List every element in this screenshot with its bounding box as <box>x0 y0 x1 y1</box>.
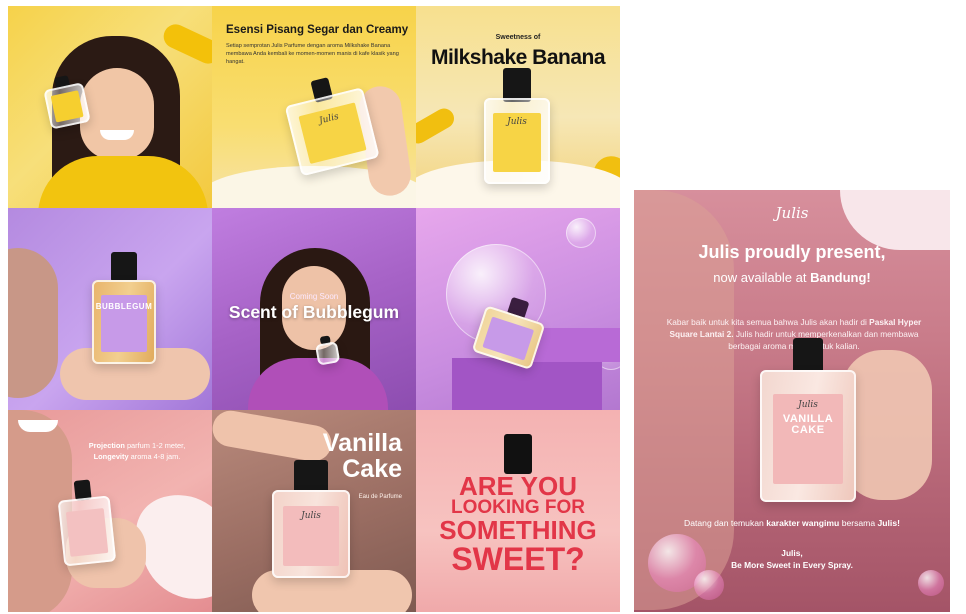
model-smile <box>18 420 58 432</box>
bottle-cap <box>111 252 137 282</box>
tile-title: Esensi Pisang Segar dan Creamy <box>226 24 409 36</box>
tile-subtitle: Eau de Parfume <box>358 494 402 500</box>
brand-logo: Julis <box>775 204 809 222</box>
cta-bold-2: Julis! <box>877 518 900 528</box>
announcement-poster[interactable]: Julis Julis proudly present, now availab… <box>634 190 950 612</box>
tile-subtitle: Sweetness of <box>495 34 541 41</box>
bottle-label <box>66 507 109 557</box>
tile-woman-holding-banana-perfume[interactable] <box>8 6 212 208</box>
hand <box>212 410 335 465</box>
headline-text: ARE YOU LOOKING FOR SOMETHING SWEET? <box>416 471 620 577</box>
perfume-bottle: Julis <box>484 68 550 184</box>
tile-title: Scent of Bubblegum <box>228 302 400 322</box>
perfume-bottle: Julis <box>280 70 380 177</box>
projection-label: Projection <box>88 441 125 450</box>
bottle-cap <box>503 68 531 102</box>
poster-subheadline: now available at Bandung! <box>634 270 950 285</box>
projection-value: parfum 1-2 meter, <box>126 441 186 450</box>
bottle-label <box>481 316 535 361</box>
poster-cta: Datang dan temukan karakter wangimu bers… <box>634 518 950 528</box>
banana-shape <box>416 104 458 148</box>
perfume-bottle-small <box>314 334 341 366</box>
tile-are-you-looking-for-something-sweet[interactable]: ARE YOU LOOKING FOR SOMETHING SWEET? <box>416 410 620 612</box>
bottle-cap <box>294 460 328 494</box>
perfume-bottle: BUBBLEGUM <box>92 252 156 364</box>
bottle-brand: Julis <box>507 117 527 128</box>
bottle-label <box>50 90 85 123</box>
model-cheek <box>8 248 58 398</box>
bottle-glass <box>57 495 117 567</box>
bottle-glass: Julis <box>284 87 380 177</box>
perfume-bottle <box>56 478 117 567</box>
sub-prefix: now available at <box>713 270 807 285</box>
tile-banana-essence[interactable]: Esensi Pisang Segar dan Creamy Setiap se… <box>212 6 416 208</box>
bottle-label: Julis <box>282 505 340 566</box>
bottle-label: Julis <box>298 102 367 164</box>
bottle-brand: Julis <box>301 510 321 521</box>
coming-soon-text: Coming Soon <box>289 292 339 301</box>
tile-bubblegum-bottle-in-hand[interactable]: BUBBLEGUM <box>8 208 212 410</box>
bubble <box>566 218 596 248</box>
bottle-glass: Julis <box>272 490 350 578</box>
cta-bold-1: karakter wangimu <box>766 518 840 528</box>
cta-part-1: Datang dan temukan <box>684 518 764 528</box>
bottle-glass: BUBBLEGUM <box>92 280 156 364</box>
para-part-1: Kabar baik untuk kita semua bahwa Julis … <box>666 317 867 327</box>
headline-line-4: SWEET? <box>451 540 585 577</box>
tile-body-text: Setiap semprotan Julis Parfume dengan ar… <box>226 43 399 66</box>
perfume-bottle-vanilla-cake: Julis VANILLA CAKE <box>760 338 856 502</box>
tile-bubbles-podium[interactable] <box>416 208 620 410</box>
bottle-glass: Julis <box>484 98 550 184</box>
bubble <box>918 570 944 596</box>
instagram-grid: Esensi Pisang Segar dan Creamy Setiap se… <box>8 6 620 612</box>
bottle-glass <box>43 82 91 130</box>
bubble <box>694 570 724 600</box>
longevity-value: aroma 4-8 jam. <box>130 452 181 462</box>
bottle-glass: Julis VANILLA CAKE <box>760 370 856 502</box>
bottle-label: Julis <box>493 113 541 172</box>
tile-title: Milkshake Banana <box>430 46 606 69</box>
tile-scent-of-bubblegum[interactable]: Coming Soon Scent of Bubblegum <box>212 208 416 410</box>
poster-headline: Julis proudly present, <box>698 242 886 262</box>
model-smile <box>100 130 134 140</box>
headline-line-1: ARE YOU <box>459 471 577 501</box>
bottle-brand: Julis <box>318 111 340 127</box>
tile-projection-longevity[interactable]: Projection parfum 1-2 meter, Longevity a… <box>8 410 212 612</box>
bottle-brand: Julis <box>798 399 818 410</box>
spec-text: Projection parfum 1-2 meter, Longevity a… <box>70 440 204 462</box>
tile-vanilla-cake[interactable]: Vanilla Cake Eau de Parfume Julis <box>212 410 416 612</box>
model-face <box>80 68 154 160</box>
bottle-label: BUBBLEGUM <box>96 295 152 353</box>
bottle-label-text: BUBBLEGUM <box>95 301 153 311</box>
longevity-label: Longevity <box>93 452 129 462</box>
bottle-cap <box>504 434 532 474</box>
bottle-label-text: VANILLA CAKE <box>782 412 834 437</box>
cta-part-2: bersama <box>841 518 876 528</box>
bottle-cap <box>793 338 823 374</box>
bottle-glass <box>314 341 341 366</box>
tile-milkshake-banana[interactable]: Sweetness of Milkshake Banana Julis <box>416 6 620 208</box>
title-line-1: Vanilla <box>322 429 402 457</box>
perfume-bottle: Julis <box>272 460 350 578</box>
bottle-label: Julis VANILLA CAKE <box>773 393 843 484</box>
sub-city: Bandung! <box>810 270 871 285</box>
headline-line-3: SOMETHING <box>439 515 597 546</box>
